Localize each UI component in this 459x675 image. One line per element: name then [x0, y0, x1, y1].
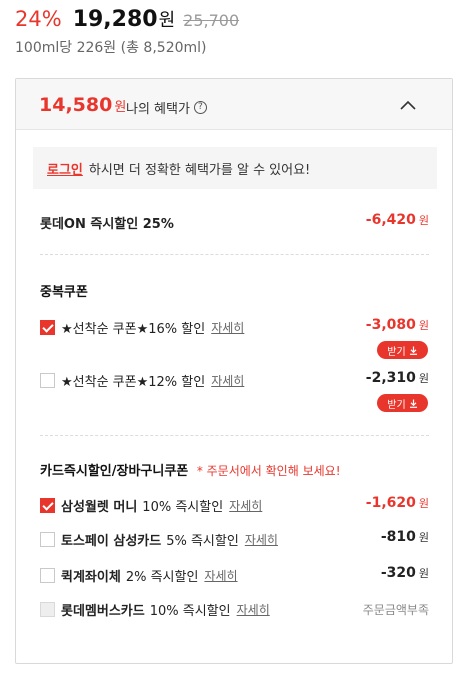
benefit-label-text: 나의 혜택가 [126, 102, 190, 117]
divider [40, 254, 429, 255]
card-name: 삼성월렛 머니 [61, 500, 138, 515]
card-discount-desc: 5% 즉시할인 [166, 534, 239, 549]
card-discounts-title-text: 카드즉시할인/장바구니쿠폰 [40, 464, 189, 479]
benefit-amount: 14,580 [39, 94, 113, 116]
coupon-amount-value: -2,310 [365, 370, 416, 386]
benefit-currency: 원 [114, 100, 127, 115]
card-discount-desc: 10% 즉시할인 [149, 604, 231, 619]
card-discount-status: 주문금액부족 [362, 603, 429, 617]
card-discounts-title: 카드즉시할인/장바구니쿠폰 * 주문서에서 확인해 보세요! [40, 460, 341, 479]
divider [40, 435, 429, 436]
card-discount-desc: 10% 즉시할인 [142, 500, 224, 515]
card-name: 롯데멤버스카드 [61, 604, 145, 619]
coupon-amount: -3,080 원 [366, 317, 429, 333]
card-discount-label: 롯데멤버스카드 10% 즉시할인 자세히 [40, 600, 270, 619]
coupon-download-label: 받기 [387, 399, 406, 411]
chevron-up-icon[interactable] [396, 97, 420, 113]
card-name: 퀵계좌이체 [61, 570, 121, 585]
card-discount-label: 퀵계좌이체 2% 즉시할인 자세히 [40, 566, 238, 585]
card-discount-row: 토스페이 삼성카드 5% 즉시할인 자세히 -810 원 [40, 529, 429, 551]
card-detail-link[interactable]: 자세히 [245, 531, 278, 548]
coupon-row: ★선착순 쿠폰★12% 할인 자세히 -2,310 원 [40, 370, 429, 392]
help-icon[interactable]: ? [193, 101, 207, 114]
card-discount-row: 퀵계좌이체 2% 즉시할인 자세히 -320 원 [40, 565, 429, 587]
coupon-row: ★선착순 쿠폰★16% 할인 자세히 -3,080 원 [40, 317, 429, 339]
sale-price-currency: 원 [158, 10, 176, 31]
coupon-download-button[interactable]: 받기 [377, 341, 428, 359]
card-detail-link[interactable]: 자세히 [204, 567, 237, 584]
card-discount-currency: 원 [418, 497, 429, 510]
card-discount-currency: 원 [418, 567, 429, 580]
card-discounts-note: * 주문서에서 확인해 보세요! [196, 464, 341, 478]
card-detail-link[interactable]: 자세히 [229, 497, 262, 514]
card-discount-value: -810 [380, 529, 416, 545]
benefit-panel: 14,580 원 나의 혜택가 ? 로그인 하시면 더 정확한 혜택가를 알 수… [15, 78, 453, 664]
login-link[interactable]: 로그인 [47, 159, 83, 178]
benefit-panel-header[interactable]: 14,580 원 나의 혜택가 ? [16, 79, 452, 130]
benefit-price: 14,580 원 [39, 94, 126, 116]
card-discount-value: -320 [380, 565, 416, 581]
instant-discount-row: 롯데ON 즉시할인 25% -6,420 원 [40, 212, 429, 234]
coupon-label: ★선착순 쿠폰★16% 할인 자세히 [40, 318, 244, 337]
card-discount-amount: -320 원 [381, 565, 429, 581]
card-discount-checkbox[interactable] [40, 568, 55, 583]
card-discount-label: 토스페이 삼성카드 5% 즉시할인 자세히 [40, 530, 278, 549]
sale-price: 19,280 [72, 7, 158, 32]
coupon-name: ★선착순 쿠폰★16% 할인 [61, 322, 206, 337]
coupons-title: 중복쿠폰 [40, 285, 88, 300]
benefit-label: 나의 혜택가 ? [126, 98, 207, 117]
coupon-download-label: 받기 [387, 346, 406, 358]
coupon-name: ★선착순 쿠폰★12% 할인 [61, 375, 206, 390]
card-discount-amount: -1,620 원 [366, 495, 429, 511]
login-banner: 로그인 하시면 더 정확한 혜택가를 알 수 있어요! [33, 147, 437, 189]
coupon-amount-currency: 원 [418, 372, 429, 385]
card-name: 토스페이 삼성카드 [61, 534, 162, 549]
card-discount-amount: -810 원 [381, 529, 429, 545]
instant-discount-value: -6,420 [365, 212, 416, 228]
coupon-detail-link[interactable]: 자세히 [211, 319, 244, 336]
download-icon [409, 399, 417, 408]
instant-discount-amount: -6,420 원 [366, 212, 429, 228]
coupon-download-button[interactable]: 받기 [377, 394, 428, 412]
coupon-checkbox[interactable] [40, 373, 55, 388]
card-discount-checkbox[interactable] [40, 532, 55, 547]
coupon-amount-value: -3,080 [365, 317, 416, 333]
card-discount-value: -1,620 [365, 495, 416, 511]
card-discount-checkbox[interactable] [40, 498, 55, 513]
original-price: 25,700 [183, 11, 240, 30]
card-detail-link[interactable]: 자세히 [237, 601, 270, 618]
card-discount-desc: 2% 즉시할인 [125, 570, 199, 585]
card-discount-row: 롯데멤버스카드 10% 즉시할인 자세히 주문금액부족 [40, 599, 429, 621]
login-banner-text: 하시면 더 정확한 혜택가를 알 수 있어요! [88, 162, 311, 178]
price-summary: 24% 19,280 원 25,700 [15, 6, 239, 36]
card-discount-label: 삼성월렛 머니 10% 즉시할인 자세히 [40, 496, 262, 515]
coupon-detail-link[interactable]: 자세히 [211, 372, 244, 389]
download-icon [409, 346, 417, 355]
coupon-amount-currency: 원 [418, 319, 429, 332]
coupon-checkbox[interactable] [40, 320, 55, 335]
unit-price: 100ml당 226원 (총 8,520ml) [15, 40, 207, 56]
card-discount-checkbox [40, 602, 55, 617]
coupon-amount: -2,310 원 [366, 370, 429, 386]
card-discount-row: 삼성월렛 머니 10% 즉시할인 자세히 -1,620 원 [40, 495, 429, 517]
discount-rate: 24% [15, 7, 62, 31]
instant-discount-label: 롯데ON 즉시할인 25% [40, 217, 174, 232]
card-discount-currency: 원 [418, 531, 429, 544]
instant-discount-currency: 원 [418, 214, 429, 227]
coupon-label: ★선착순 쿠폰★12% 할인 자세히 [40, 371, 244, 390]
